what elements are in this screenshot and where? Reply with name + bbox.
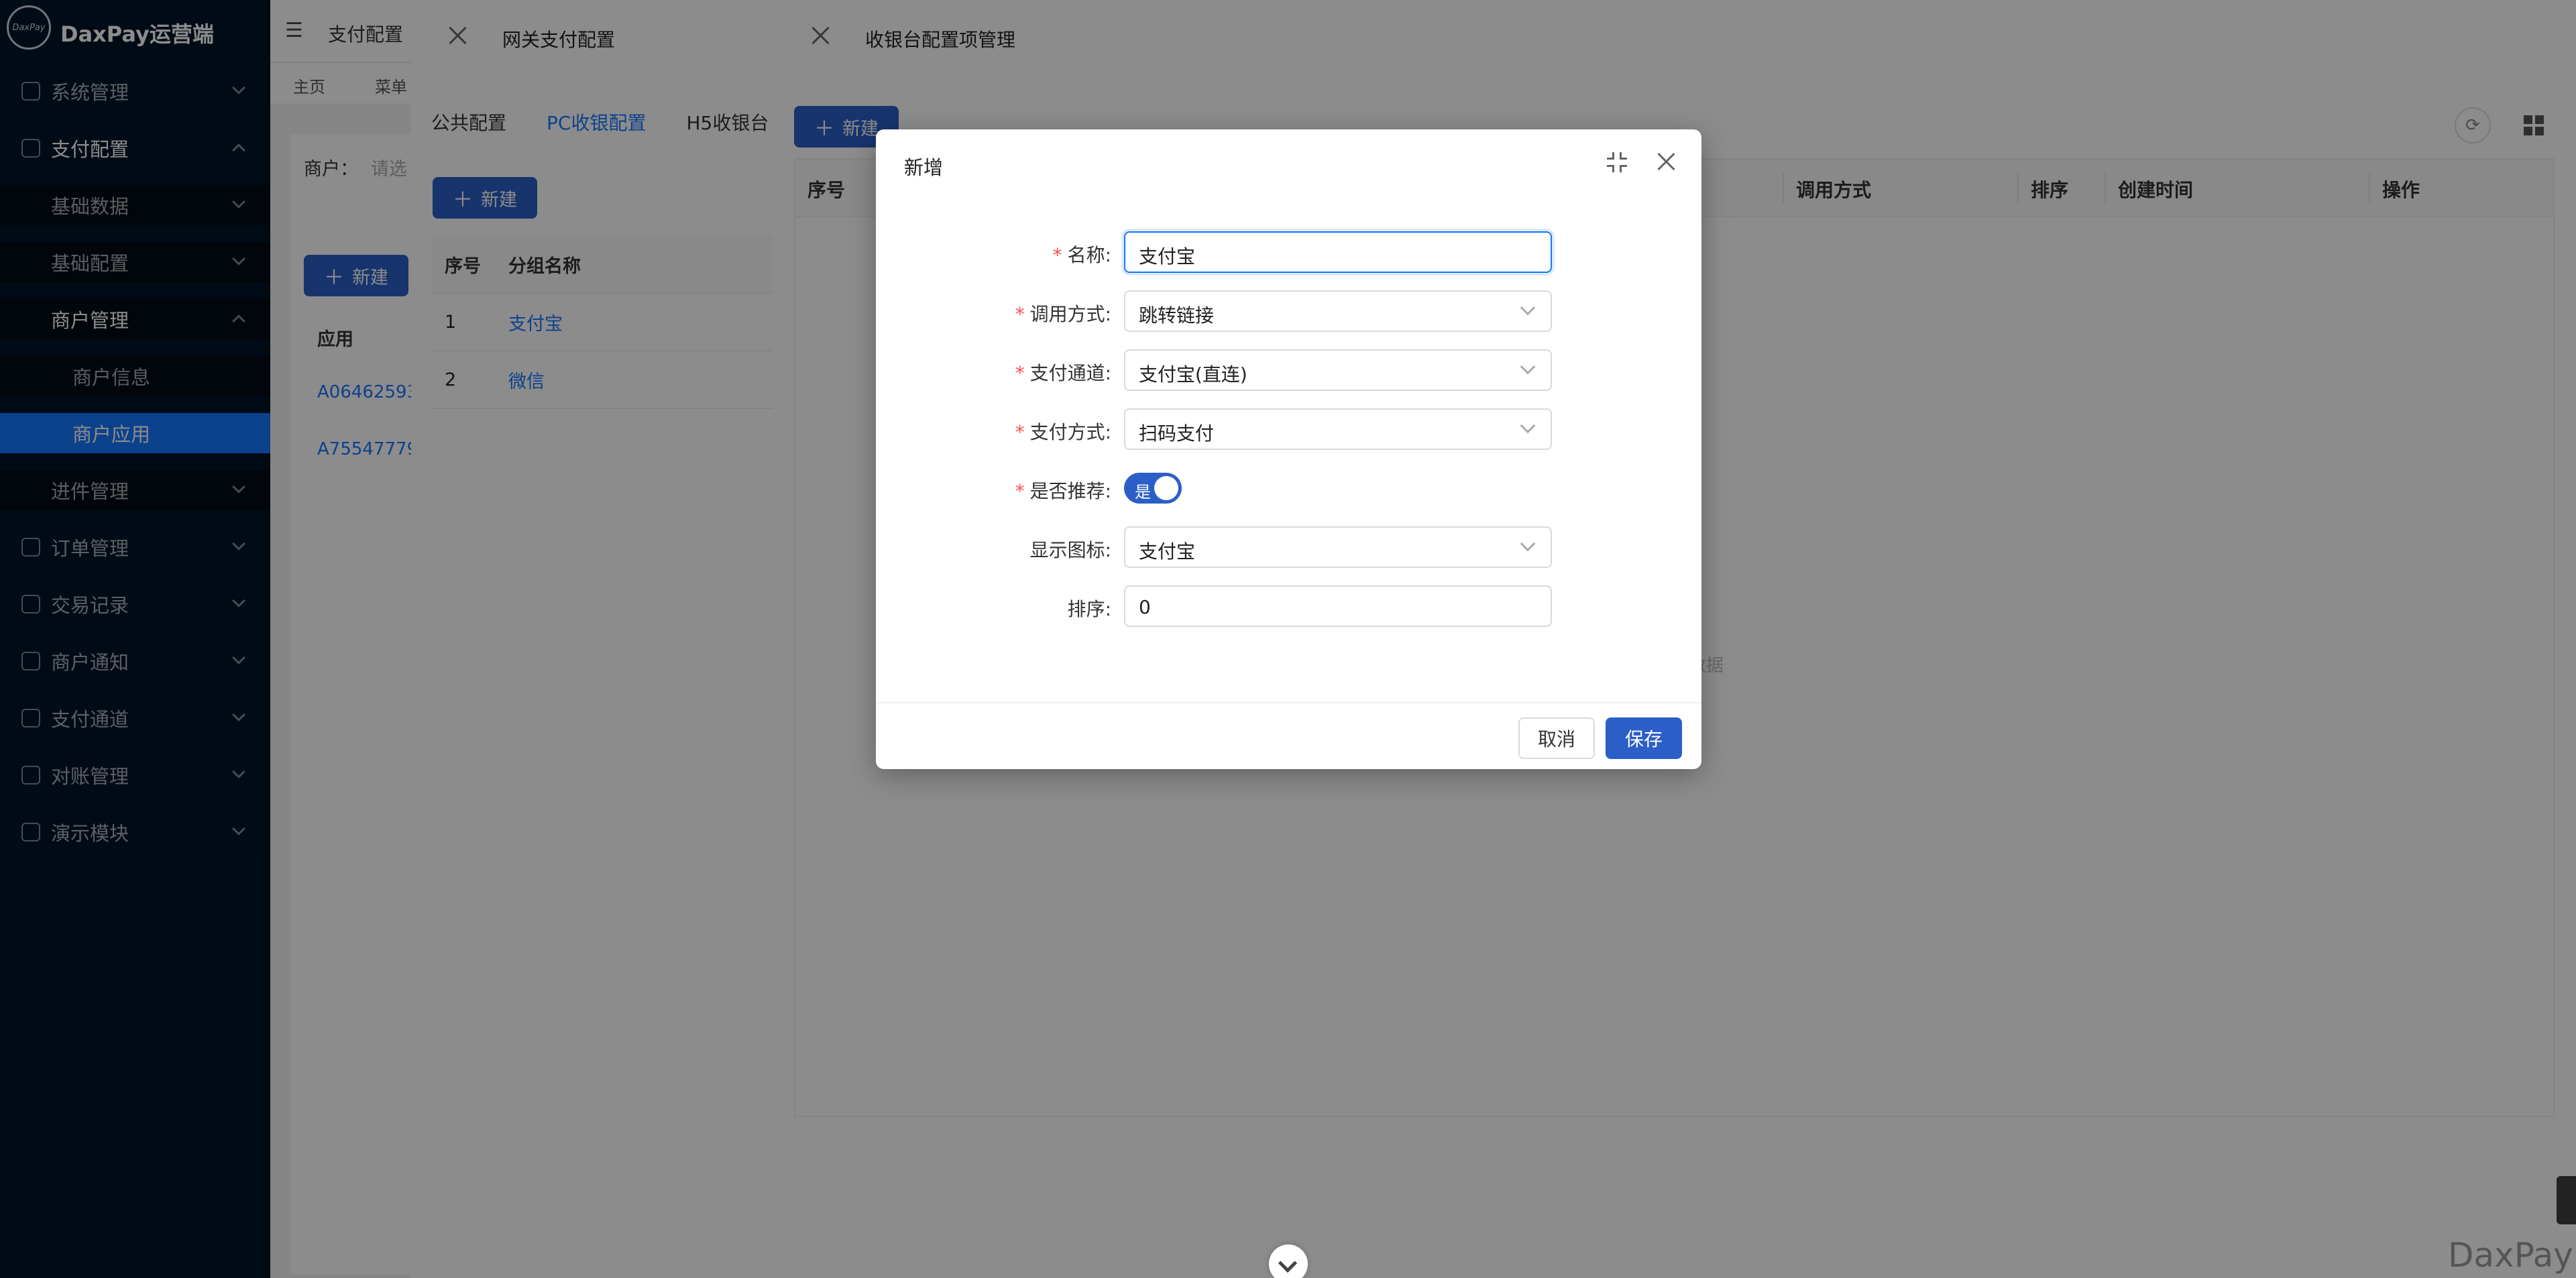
form-row-channel: * 支付通道: 支付宝(直连) (876, 349, 1701, 392)
form-label: * 支付方式: (1015, 421, 1111, 443)
form-row-sort: 排序: 0 (876, 585, 1701, 628)
required-mark: * (1015, 362, 1025, 384)
form-row-icon: 显示图标: 支付宝 (876, 526, 1701, 569)
fullscreen-icon[interactable] (1607, 152, 1627, 172)
form-label: 显示图标: (1029, 539, 1111, 561)
recommend-toggle[interactable]: 是 (1124, 473, 1182, 504)
required-mark: * (1015, 421, 1025, 443)
form-row-pay-method: * 支付方式: 扫码支付 (876, 408, 1701, 451)
required-mark: * (1015, 480, 1025, 502)
watermark: DaxPay (2448, 1236, 2573, 1275)
form-label: * 是否推荐: (1015, 480, 1111, 502)
chevron-down-icon (1520, 300, 1536, 316)
call-method-select[interactable]: 跳转链接 (1124, 290, 1552, 332)
pay-method-select[interactable]: 扫码支付 (1124, 408, 1552, 450)
toggle-knob (1154, 476, 1178, 500)
side-panel-handle[interactable] (2557, 1176, 2576, 1224)
chevron-down-icon (1278, 1253, 1298, 1273)
add-modal: 新增 * 名称: 支付宝 * 调用方式: 跳转链接 * 支付通道: 支付宝(直连) *… (876, 129, 1701, 769)
form-label: 排序: (1067, 598, 1111, 620)
bottom-toggle-handle[interactable] (1269, 1244, 1308, 1278)
required-mark: * (1015, 303, 1025, 325)
modal-title: 新增 (904, 156, 944, 179)
form-row-recommend: * 是否推荐: 是 (876, 467, 1701, 510)
icon-select[interactable]: 支付宝 (1124, 526, 1552, 568)
save-button[interactable]: 保存 (1606, 717, 1682, 759)
chevron-down-icon (1520, 359, 1536, 375)
required-mark: * (1052, 244, 1062, 266)
form-row-name: * 名称: 支付宝 (876, 231, 1701, 274)
channel-select[interactable]: 支付宝(直连) (1124, 349, 1552, 391)
form-row-call-method: * 调用方式: 跳转链接 (876, 290, 1701, 333)
close-icon[interactable] (1656, 152, 1676, 172)
modal-footer-divider (876, 702, 1701, 703)
form-label: * 名称: (1052, 244, 1111, 266)
form-label: * 调用方式: (1015, 303, 1111, 325)
chevron-down-icon (1520, 418, 1536, 434)
form-label: * 支付通道: (1015, 362, 1111, 384)
chevron-down-icon (1520, 536, 1536, 552)
cancel-button[interactable]: 取消 (1518, 717, 1595, 759)
sort-input[interactable]: 0 (1124, 585, 1552, 627)
name-input[interactable]: 支付宝 (1124, 231, 1552, 273)
